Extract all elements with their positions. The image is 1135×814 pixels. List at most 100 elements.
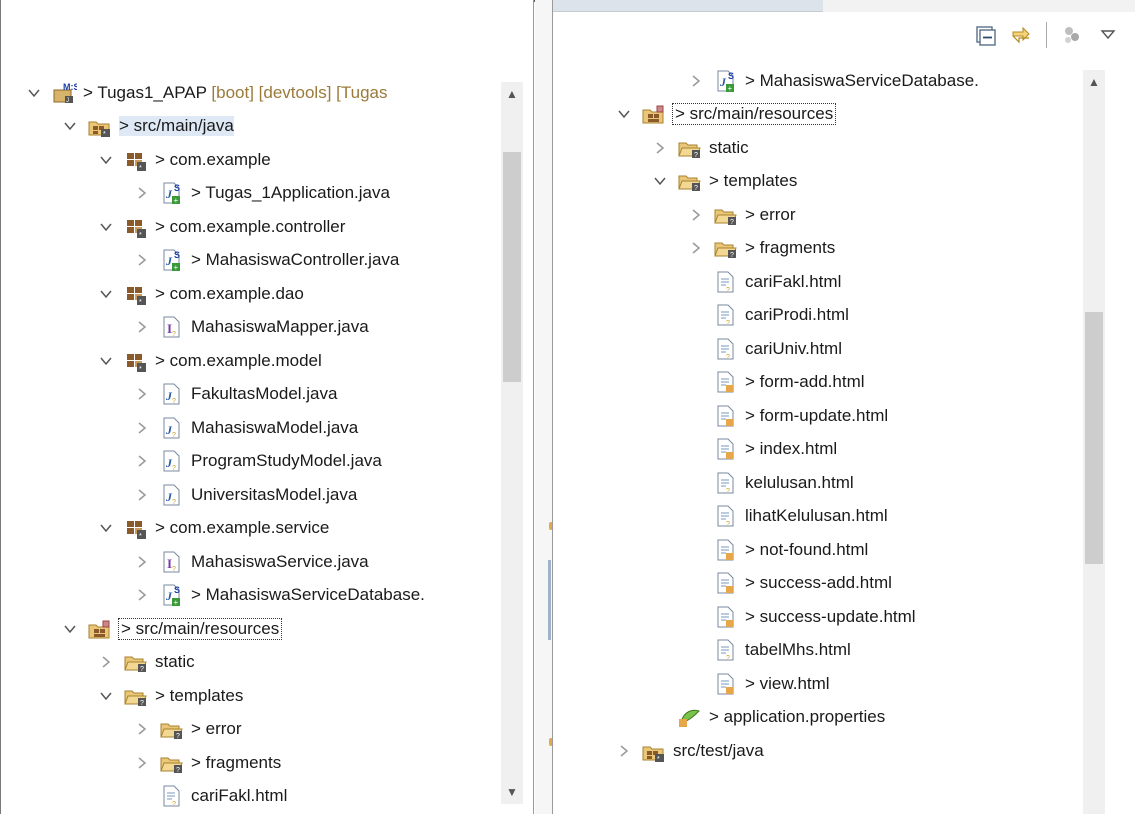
chevron-right-icon[interactable] xyxy=(687,206,705,224)
tree-row-form-add-html[interactable]: > form-add.html xyxy=(687,366,865,399)
chevron-down-icon[interactable] xyxy=(615,105,633,123)
svg-text:J: J xyxy=(165,187,173,201)
tree-row-universitasmodel-java[interactable]: J? UniversitasModel.java xyxy=(133,478,357,511)
chevron-right-icon[interactable] xyxy=(97,653,115,671)
tree-row-view-html[interactable]: > view.html xyxy=(687,667,830,700)
tree-row-com-example-model[interactable]: * > com.example.model xyxy=(97,344,322,377)
tree-row-mahasiswaservice-java[interactable]: I? MahasiswaService.java xyxy=(133,545,369,578)
tree-row-mahasiswacontroller-java[interactable]: J S + > MahasiswaController.java xyxy=(133,244,399,277)
tree-row-error[interactable]: ? > error xyxy=(133,713,242,746)
chevron-down-icon[interactable] xyxy=(651,172,669,190)
tree-row-lihatkelulusan-html[interactable]: ? lihatKelulusan.html xyxy=(687,500,888,533)
tree-row-com-example-controller[interactable]: * > com.example.controller xyxy=(97,210,345,243)
chevron-down-icon[interactable] xyxy=(61,620,79,638)
chevron-right-icon[interactable] xyxy=(615,742,633,760)
chevron-down-icon[interactable] xyxy=(97,218,115,236)
tree-row-templates[interactable]: ? > templates xyxy=(651,165,797,198)
chevron-down-icon[interactable] xyxy=(61,117,79,135)
tree-row-kelulusan-html[interactable]: ? kelulusan.html xyxy=(687,466,854,499)
chevron-right-icon[interactable] xyxy=(687,239,705,257)
chevron-right-icon[interactable] xyxy=(133,754,151,772)
java-file-icon: J? xyxy=(159,382,185,406)
chevron-right-icon[interactable] xyxy=(133,486,151,504)
chevron-down-icon[interactable] xyxy=(97,285,115,303)
chevron-right-icon[interactable] xyxy=(133,385,151,403)
tree-row-templates[interactable]: ? > templates xyxy=(97,679,243,712)
package-icon: * xyxy=(123,148,149,172)
html-file-modified-icon xyxy=(713,571,739,595)
vertical-scrollbar-left[interactable]: ▲ ▼ xyxy=(501,82,523,804)
tree-row-fragments[interactable]: ? > fragments xyxy=(133,746,281,779)
tree-row-cariuniv-html[interactable]: ? cariUniv.html xyxy=(687,332,842,365)
chevron-right-icon[interactable] xyxy=(133,251,151,269)
svg-text:?: ? xyxy=(172,465,176,472)
chevron-down-icon[interactable] xyxy=(25,84,43,102)
tree-row-programstudymodel-java[interactable]: J? ProgramStudyModel.java xyxy=(133,445,382,478)
tree-row-tabelmhs-html[interactable]: ? tabelMhs.html xyxy=(687,634,851,667)
vertical-scrollbar-right[interactable]: ▲ xyxy=(1083,70,1105,814)
tree-row-form-update-html[interactable]: > form-update.html xyxy=(687,399,888,432)
collapse-all-icon[interactable] xyxy=(974,24,996,46)
scrollbar-thumb[interactable] xyxy=(1085,312,1103,564)
tree-row-src-main-resources[interactable]: > src/main/resources xyxy=(61,612,283,645)
folder-icon: ? xyxy=(713,203,739,227)
tree-row-label: UniversitasModel.java xyxy=(191,484,358,504)
scroll-up-arrow-icon[interactable]: ▲ xyxy=(1086,74,1102,90)
svg-text:J: J xyxy=(165,254,173,268)
tree-row-carifakl-html[interactable]: ? cariFakl.html xyxy=(687,265,841,298)
package-icon: * xyxy=(123,516,149,540)
tree-row-com-example-dao[interactable]: * > com.example.dao xyxy=(97,277,304,310)
chevron-down-icon[interactable] xyxy=(97,519,115,537)
tree-row-static[interactable]: ? static xyxy=(651,131,749,164)
tree-row-com-example-service[interactable]: * > com.example.service xyxy=(97,512,329,545)
chevron-right-icon[interactable] xyxy=(687,72,705,90)
svg-text:*: * xyxy=(139,299,142,306)
link-with-editor-icon[interactable] xyxy=(1010,24,1032,46)
tree-row-index-html[interactable]: > index.html xyxy=(687,433,837,466)
tree-row-label: > MahasiswaServiceDatabase. xyxy=(745,70,979,90)
tree-row-cariprodi-html[interactable]: ? cariProdi.html xyxy=(687,299,849,332)
chevron-down-icon[interactable] xyxy=(97,687,115,705)
tree-row-fakultasmodel-java[interactable]: J? FakultasModel.java xyxy=(133,378,337,411)
tree-row-static[interactable]: ? static xyxy=(97,646,195,679)
tree-row-error[interactable]: ? > error xyxy=(687,198,796,231)
chevron-right-icon[interactable] xyxy=(133,318,151,336)
chevron-right-icon[interactable] xyxy=(133,452,151,470)
chevron-right-icon[interactable] xyxy=(133,720,151,738)
chevron-down-icon[interactable] xyxy=(97,352,115,370)
tree-row-success-update-html[interactable]: > success-update.html xyxy=(687,600,916,633)
tree-row-mahasiswamodel-java[interactable]: J? MahasiswaModel.java xyxy=(133,411,358,444)
chevron-right-icon[interactable] xyxy=(651,139,669,157)
tree-row-tugas-1application-java[interactable]: J S + > Tugas_1Application.java xyxy=(133,177,390,210)
scroll-down-arrow-icon[interactable]: ▼ xyxy=(504,784,520,800)
tree-row-mahasiswamapper-java[interactable]: I? MahasiswaMapper.java xyxy=(133,311,369,344)
chevron-right-icon[interactable] xyxy=(133,586,151,604)
tree-row-src-main-java[interactable]: * > src/main/java xyxy=(61,110,234,143)
tree-row-com-example[interactable]: * > com.example xyxy=(97,143,271,176)
chevron-right-icon[interactable] xyxy=(133,553,151,571)
tree-row-label: > view.html xyxy=(745,673,830,693)
tree-row-success-add-html[interactable]: > success-add.html xyxy=(687,567,892,600)
tree-row-tugas1-apap[interactable]: M:S J > Tugas1_APAP [boot] [devtools] [Tug… xyxy=(25,76,387,109)
tree-row-src-test-java[interactable]: * src/test/java xyxy=(615,734,764,767)
svg-text:?: ? xyxy=(730,219,734,226)
tree-row-label: > not-found.html xyxy=(745,539,869,559)
scrollbar-thumb[interactable] xyxy=(503,152,521,382)
filters-icon[interactable] xyxy=(1061,24,1083,46)
tree-row-carifakl-html[interactable]: ? cariFakl.html xyxy=(133,780,287,813)
tree-row-label: lihatKelulusan.html xyxy=(745,506,888,525)
view-menu-icon[interactable] xyxy=(1097,24,1119,46)
chevron-right-icon[interactable] xyxy=(133,419,151,437)
tree-row-not-found-html[interactable]: > not-found.html xyxy=(687,533,868,566)
tree-row-src-main-resources[interactable]: > src/main/resources xyxy=(615,98,837,131)
scroll-up-arrow-icon[interactable]: ▲ xyxy=(504,86,520,102)
chevron-down-icon[interactable] xyxy=(97,151,115,169)
tree-row-label: MahasiswaMapper.java xyxy=(191,317,369,336)
tree-row-mahasiswaservicedatabase[interactable]: J S + > MahasiswaServiceDatabase. xyxy=(687,64,979,97)
tree-row-fragments[interactable]: ? > fragments xyxy=(687,232,835,265)
tree-row-mahasiswaservicedatabase[interactable]: J S + > MahasiswaServiceDatabase. xyxy=(133,579,425,612)
tree-row-application-properties[interactable]: > application.properties xyxy=(651,701,885,734)
chevron-right-icon[interactable] xyxy=(133,184,151,202)
